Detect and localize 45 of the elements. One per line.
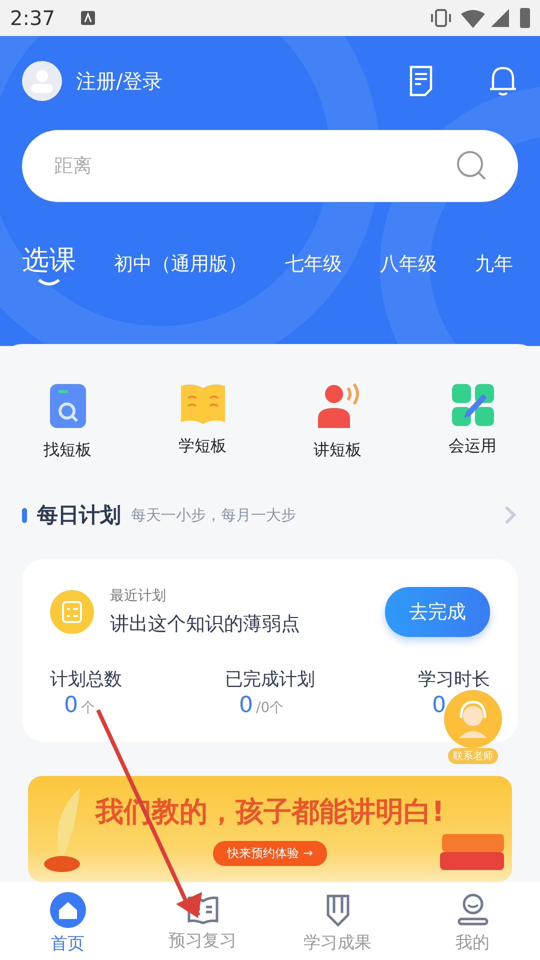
nav-tab[interactable]: 我的 [405,882,540,960]
person-icon [456,892,488,926]
bell-icon[interactable] [488,65,518,97]
battery-icon [520,8,530,28]
section-title: 每日计划 [37,502,121,529]
shortcut-label[interactable]: 学短板 [178,436,226,457]
shortcut-label[interactable]: 会运用 [448,436,496,457]
shortcut-label[interactable]: 找短板 [44,440,92,461]
stat-label: 学习时长 [418,668,490,691]
stat-unit: /0个 [256,699,284,717]
signal-icon [490,8,510,28]
avatar-icon[interactable] [22,61,62,101]
tab-indicator-icon [37,278,61,286]
stat-label: 已完成计划 [225,668,315,691]
section-marker [22,508,27,522]
grade-tab[interactable]: 初中（通用版） [114,251,247,277]
plan-text: 讲出这个知识的薄弱点 [110,612,301,637]
complete-button[interactable]: 去完成 [385,587,490,637]
grade-tab[interactable]: 八年级 [380,251,437,277]
nav-tab[interactable]: 首页 [0,882,135,960]
stat-value: 0 [64,693,78,718]
section-subtitle: 每天一小步，每月一大步 [131,506,297,524]
shortcut-label[interactable]: 讲短板 [314,440,362,461]
nav-tab[interactable]: 学习成果 [270,882,405,960]
grade-tab[interactable]: 选课 [22,242,76,286]
grid-pen-icon [450,382,496,428]
stat-label: 计划总数 [50,668,122,691]
plan-caption: 最近计划 [110,587,167,605]
document-icon[interactable] [408,65,434,97]
grade-tab[interactable]: 九年 [475,251,513,277]
login-link[interactable]: 注册/登录 [76,68,394,94]
pencil-icon [324,892,350,926]
checklist-icon [50,590,94,634]
search-bar[interactable]: 距离 [22,130,518,202]
grade-tab[interactable]: 七年级 [285,251,342,277]
search-icon[interactable] [456,150,488,182]
stat-value: 0 [239,693,253,718]
home-icon [50,892,86,928]
book-trial-button[interactable]: 快来预约体验 → [213,840,327,866]
status-time: 2:37 [10,6,55,30]
stat-value: 0 [432,693,446,718]
stat-unit: 个 [81,699,95,717]
vibrate-icon [430,7,452,29]
wifi-icon [460,8,486,28]
keyboard-indicator-icon [80,11,95,25]
